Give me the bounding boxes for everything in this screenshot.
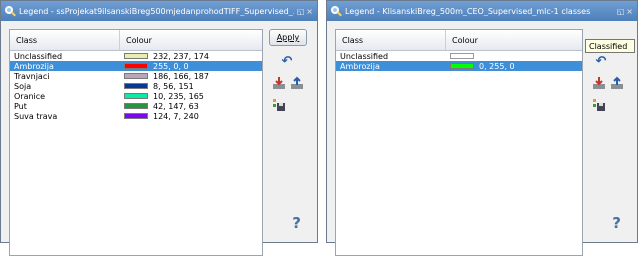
rgb-value: 10, 235, 165	[153, 91, 204, 101]
rgb-value: 232, 237, 174	[153, 51, 209, 61]
rgb-value: 255, 0, 0	[153, 61, 189, 71]
color-swatch[interactable]	[124, 83, 148, 89]
rgb-value: 42, 147, 63	[153, 101, 199, 111]
export-icon[interactable]	[609, 75, 625, 91]
table-row[interactable]: Oranice 10, 235, 165	[10, 91, 262, 101]
reset-icon[interactable]: ↶	[279, 53, 295, 69]
import-icon[interactable]	[271, 75, 287, 91]
class-name: Unclassified	[14, 51, 63, 61]
title-bar[interactable]: Legend - KlisanskiBreg_500m_CEO_Supervis…	[327, 1, 637, 21]
table-row[interactable]: Travnjaci 186, 166, 187	[10, 71, 262, 81]
class-name: Soja	[14, 81, 32, 91]
help-button[interactable]: ?	[292, 214, 301, 232]
magnifier-icon	[5, 5, 16, 17]
rgb-value: 8, 56, 151	[153, 81, 194, 91]
class-name: Ambrozija	[14, 61, 54, 71]
color-swatch[interactable]	[124, 63, 148, 69]
window-title: Legend - ssProjekat9ilsanskiBreg500mjeda…	[19, 6, 294, 16]
table-row[interactable]: Ambrozija 0, 255, 0	[336, 61, 582, 71]
class-name: Oranice	[14, 91, 46, 101]
color-swatch[interactable]	[124, 73, 148, 79]
title-bar[interactable]: Legend - ssProjekat9ilsanskiBreg500mjeda…	[1, 1, 317, 21]
color-swatch[interactable]	[124, 103, 148, 109]
import-icon[interactable]	[591, 75, 607, 91]
close-icon[interactable]: ×	[306, 7, 313, 16]
rgb-value: 186, 166, 187	[153, 71, 209, 81]
table-row[interactable]: Suva trava 124, 7, 240	[10, 111, 262, 121]
column-header-class[interactable]: Class	[10, 30, 120, 50]
class-name: Suva trava	[14, 111, 58, 121]
table-row[interactable]: Unclassified	[336, 51, 582, 61]
color-swatch[interactable]	[124, 113, 148, 119]
help-button[interactable]: ?	[612, 214, 621, 232]
column-header-colour[interactable]: Colour	[120, 30, 152, 50]
color-swatch[interactable]	[124, 93, 148, 99]
window-title: Legend - KlisanskiBreg_500m_CEO_Supervis…	[345, 6, 591, 16]
color-swatch[interactable]	[450, 53, 474, 59]
legend-window-1: Legend - ssProjekat9ilsanskiBreg500mjeda…	[0, 0, 318, 256]
class-name: Ambrozija	[340, 61, 380, 71]
apply-button[interactable]: Apply	[269, 29, 307, 46]
reset-icon[interactable]: ↶	[593, 53, 609, 69]
legend-window-2: Legend - KlisanskiBreg_500m_CEO_Supervis…	[326, 0, 638, 256]
table-row[interactable]: Soja 8, 56, 151	[10, 81, 262, 91]
column-header-colour[interactable]: Colour	[446, 30, 478, 50]
restore-icon[interactable]: ◱	[617, 7, 625, 16]
class-name: Travnjaci	[14, 71, 50, 81]
table-row[interactable]: Ambrozija 255, 0, 0	[10, 61, 262, 71]
class-name: Put	[14, 101, 27, 111]
magnifier-icon	[331, 5, 342, 17]
color-swatch[interactable]	[124, 53, 148, 59]
restore-icon[interactable]: ◱	[297, 7, 305, 16]
close-icon[interactable]: ×	[626, 7, 633, 16]
tooltip: Classified	[585, 39, 635, 53]
rgb-value: 0, 255, 0	[479, 61, 515, 71]
legend-table: Class Colour Unclassified Ambrozija 0, 255…	[335, 29, 583, 256]
save-icon[interactable]	[591, 97, 607, 113]
class-name: Unclassified	[340, 51, 389, 61]
column-header-class[interactable]: Class	[336, 30, 446, 50]
color-swatch[interactable]	[450, 63, 474, 69]
table-row[interactable]: Put 42, 147, 63	[10, 101, 262, 111]
save-icon[interactable]	[271, 97, 287, 113]
export-icon[interactable]	[289, 75, 305, 91]
rgb-value: 124, 7, 240	[153, 111, 199, 121]
table-row[interactable]: Unclassified 232, 237, 174	[10, 51, 262, 61]
legend-table: Class Colour Unclassified 232, 237, 174 Am…	[9, 29, 263, 256]
